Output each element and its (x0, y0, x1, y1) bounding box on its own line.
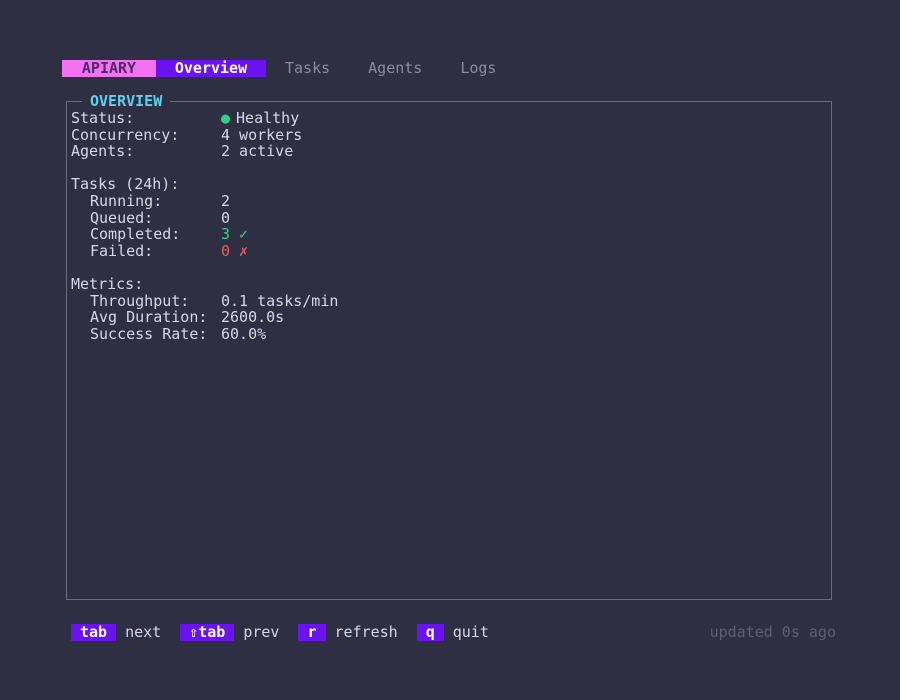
key-shift-tab[interactable]: ⇧tab (180, 623, 235, 641)
metrics-heading: Metrics: (71, 274, 144, 293)
failed-value: 0 (221, 241, 231, 260)
tasks-heading: Tasks (24h): (71, 175, 180, 194)
throughput-label: Throughput: (90, 291, 190, 310)
avg-duration-label: Avg Duration: (90, 308, 208, 327)
agents-label: Agents: (71, 142, 135, 161)
key-quit-desc: quit (452, 622, 489, 641)
tasks-queued-row: Queued: 0 (71, 208, 827, 227)
overview-panel: OVERVIEW Status: ● Healthy Concurrency: … (66, 93, 832, 600)
throughput-value: 0.1 tasks/min (221, 291, 339, 310)
failed-label: Failed: (90, 241, 154, 260)
panel-title: OVERVIEW (82, 93, 171, 110)
running-value: 2 (221, 191, 231, 210)
tasks-completed-row: Completed: 3 ✓ (71, 226, 827, 243)
tab-overview[interactable]: Overview (156, 60, 266, 77)
footer-keybar: tab next ⇧tab prev r refresh q quit upda… (71, 623, 836, 641)
panel-body: Status: ● Healthy Concurrency: 4 workers… (71, 110, 827, 342)
tab-bar: APIARY Overview Tasks Agents Logs (62, 60, 496, 77)
agents-value: 2 active (221, 142, 294, 161)
metrics-heading-row: Metrics: (71, 276, 827, 293)
status-row: Status: ● Healthy (71, 110, 827, 127)
success-rate-row: Success Rate: 60.0% (71, 326, 827, 343)
concurrency-label: Concurrency: (71, 125, 180, 144)
avg-duration-row: Avg Duration: 2600.0s (71, 309, 827, 326)
completed-label: Completed: (90, 225, 181, 244)
check-icon: ✓ (239, 225, 249, 244)
key-tab[interactable]: tab (71, 623, 117, 641)
status-value: Healthy (236, 109, 300, 127)
agents-row: Agents: 2 active (71, 143, 827, 160)
avg-duration-value: 2600.0s (221, 308, 285, 327)
completed-value: 3 (221, 225, 231, 244)
key-refresh[interactable]: r (298, 623, 326, 641)
status-dot-icon: ● (221, 109, 231, 127)
app-brand: APIARY (62, 60, 156, 77)
tasks-heading-row: Tasks (24h): (71, 176, 827, 193)
tab-logs[interactable]: Logs (460, 60, 496, 77)
success-rate-value: 60.0% (221, 324, 267, 343)
throughput-row: Throughput: 0.1 tasks/min (71, 291, 827, 310)
cross-icon: ✗ (239, 241, 249, 260)
success-rate-label: Success Rate: (90, 324, 208, 343)
updated-timestamp: updated 0s ago (709, 622, 836, 641)
key-refresh-desc: refresh (334, 622, 398, 641)
tab-tasks[interactable]: Tasks (285, 60, 330, 77)
status-label: Status: (71, 109, 135, 127)
tab-agents[interactable]: Agents (368, 60, 422, 77)
concurrency-value: 4 workers (221, 125, 303, 144)
key-quit[interactable]: q (416, 623, 444, 641)
running-label: Running: (90, 191, 163, 210)
queued-value: 0 (221, 208, 231, 227)
key-tab-desc: next (125, 622, 162, 641)
tasks-running-row: Running: 2 (71, 193, 827, 210)
key-shift-tab-desc: prev (243, 622, 280, 641)
concurrency-row: Concurrency: 4 workers (71, 125, 827, 144)
tasks-failed-row: Failed: 0 ✗ (71, 243, 827, 260)
queued-label: Queued: (90, 208, 154, 227)
